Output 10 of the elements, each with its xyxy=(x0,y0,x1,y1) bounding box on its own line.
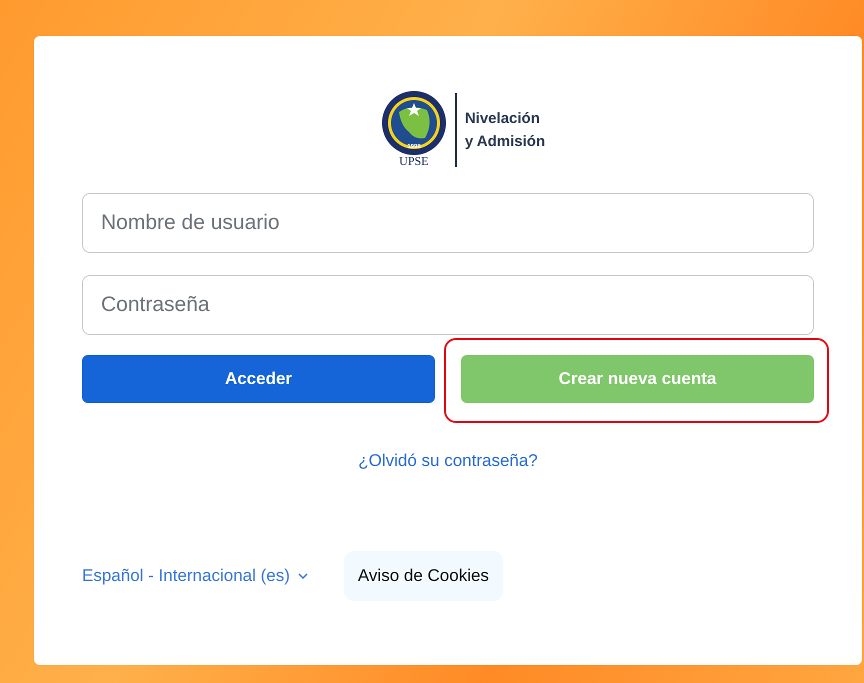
login-button[interactable]: Acceder xyxy=(82,355,435,403)
language-selector[interactable]: Español - Internacional (es) xyxy=(82,566,308,586)
forgot-password-link[interactable]: ¿Olvidó su contraseña? xyxy=(358,451,538,471)
cookies-notice-button[interactable]: Aviso de Cookies xyxy=(344,551,503,601)
logo-title: Nivelación xyxy=(464,108,541,128)
input-field[interactable]: Contraseña xyxy=(82,275,814,335)
seal-caption: UPSE xyxy=(399,154,429,169)
chevron-down-icon xyxy=(298,573,308,579)
input-field[interactable]: Nombre de usuario xyxy=(82,193,814,253)
logo-subtitle: y Admisión xyxy=(464,132,546,152)
